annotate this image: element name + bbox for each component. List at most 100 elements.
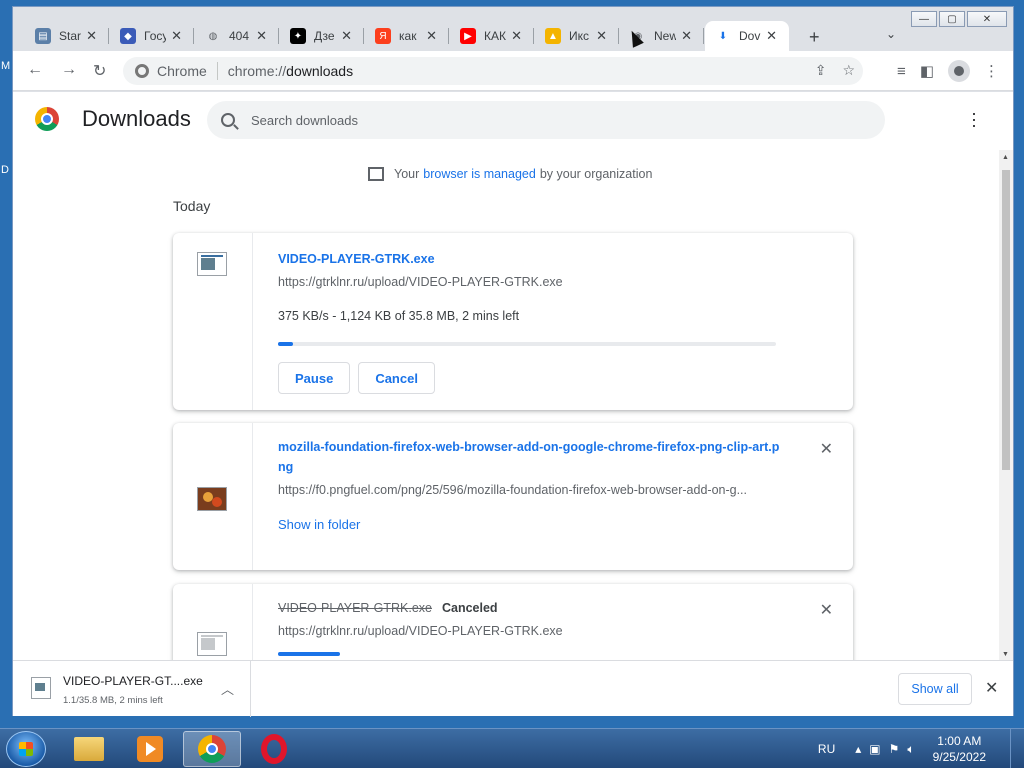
tab-title: Star xyxy=(59,29,81,43)
file-url-link[interactable]: https://f0.pngfuel.com/png/25/596/mozill… xyxy=(278,483,783,497)
remove-close-icon[interactable]: ✕ xyxy=(820,600,833,620)
download-shelf: VIDEO-PLAYER-GT....exe 1.1/35.8 MB, 2 mi… xyxy=(13,660,1013,717)
start-button[interactable] xyxy=(6,731,46,767)
tab-close-icon[interactable]: ✕ xyxy=(256,28,267,44)
image-file-icon xyxy=(197,487,227,511)
download-details: VIDEO-PLAYER-GTRK.exe https://gtrklnr.ru… xyxy=(278,249,783,394)
download-icon-column xyxy=(173,584,253,660)
document-icon: ▤ xyxy=(35,28,51,44)
show-in-folder-link[interactable]: Show in folder xyxy=(278,517,783,532)
tab-4[interactable]: ✦ Дзе ✕ xyxy=(280,21,364,51)
page-header: Downloads ··· xyxy=(13,92,1013,148)
taskbar-explorer[interactable] xyxy=(60,731,118,767)
share-icon[interactable]: ⇪ xyxy=(815,62,827,79)
bookmark-star-icon[interactable]: ☆ xyxy=(842,62,855,79)
tab-2[interactable]: ◆ Госу ✕ xyxy=(110,21,194,51)
vertical-scrollbar[interactable]: ▲ ▼ xyxy=(999,150,1013,660)
show-hidden-icons-icon[interactable]: ▴ xyxy=(855,742,861,757)
tab-close-icon[interactable]: ✕ xyxy=(511,28,522,44)
volume-icon[interactable]: 🔈︎ xyxy=(907,742,914,757)
file-name-link[interactable]: mozilla-foundation-firefox-web-browser-a… xyxy=(278,437,783,477)
exe-file-icon xyxy=(197,632,227,656)
system-tray: RU ▴ ▣ ⚑ 🔈︎ 1:00 AM 9/25/2022 xyxy=(818,729,1024,768)
more-actions-icon[interactable]: · · · xyxy=(971,104,977,134)
scroll-up-arrow-icon[interactable]: ▲ xyxy=(1002,154,1009,161)
download-icon-column xyxy=(173,423,253,570)
remove-close-icon[interactable]: ✕ xyxy=(820,439,833,459)
reload-icon[interactable]: ↻ xyxy=(93,61,106,81)
clock-time: 1:00 AM xyxy=(937,734,982,748)
tab-title: Госу xyxy=(144,29,166,43)
language-indicator[interactable]: RU xyxy=(818,742,835,756)
exe-file-icon xyxy=(31,677,51,699)
tab-title: как xyxy=(399,29,417,43)
managed-prefix: Your xyxy=(394,167,420,181)
file-name: VIDEO-PLAYER-GTRK.exe xyxy=(278,601,432,615)
file-name-link[interactable]: VIDEO-PLAYER-GTRK.exe xyxy=(278,249,783,269)
tab-close-icon[interactable]: ✕ xyxy=(171,28,182,44)
new-tab-button[interactable]: + xyxy=(809,27,820,48)
tab-close-icon[interactable]: ✕ xyxy=(766,28,777,44)
site-info-chip[interactable]: Chrome xyxy=(123,63,207,79)
tab-title: КАК xyxy=(484,29,506,43)
folder-icon xyxy=(74,737,104,761)
tab-6[interactable]: ▶ КАК ✕ xyxy=(450,21,534,51)
download-item: VIDEO-PLAYER-GTRK.exe https://gtrklnr.ru… xyxy=(173,233,853,410)
url-text: chrome://downloads xyxy=(228,63,353,79)
profile-avatar-icon[interactable] xyxy=(948,60,970,82)
chevron-up-icon[interactable]: ︿ xyxy=(221,679,234,698)
scrollbar-thumb[interactable] xyxy=(1002,170,1010,470)
tab-7[interactable]: ▲ Икс ✕ xyxy=(535,21,619,51)
scroll-down-arrow-icon[interactable]: ▼ xyxy=(1002,651,1009,658)
file-url-link[interactable]: https://gtrklnr.ru/upload/VIDEO-PLAYER-G… xyxy=(278,624,783,638)
tab-title: Dov xyxy=(739,29,761,43)
download-item: VIDEO-PLAYER-GTRK.exe Canceled https://gt… xyxy=(173,584,853,660)
back-arrow-icon[interactable]: ← xyxy=(27,61,43,79)
taskbar-opera[interactable] xyxy=(245,731,303,767)
tab-5[interactable]: Якак ✕ xyxy=(365,21,449,51)
side-panel-icon[interactable]: ◧ xyxy=(920,62,934,80)
search-downloads[interactable] xyxy=(207,101,885,139)
shelf-file-name: VIDEO-PLAYER-GT....exe xyxy=(63,674,203,688)
avatar xyxy=(954,66,964,76)
shelf-download-item[interactable]: VIDEO-PLAYER-GT....exe 1.1/35.8 MB, 2 mi… xyxy=(13,661,251,717)
address-bar[interactable]: Chrome chrome://downloads ⇪ ☆ xyxy=(123,57,863,85)
tab-9[interactable]: ⬇ Dov ✕ xyxy=(705,21,789,51)
globe-icon: ◍ xyxy=(208,30,218,42)
desktop-icon-label: M xyxy=(1,60,11,72)
clock[interactable]: 1:00 AM 9/25/2022 xyxy=(933,733,986,765)
tab-close-icon[interactable]: ✕ xyxy=(426,28,437,44)
tab-close-icon[interactable]: ✕ xyxy=(681,28,692,44)
tab-title: New xyxy=(654,29,676,43)
forward-arrow-icon[interactable]: → xyxy=(61,61,77,79)
action-center-flag-icon[interactable]: ⚑ xyxy=(889,742,900,757)
show-all-button[interactable]: Show all xyxy=(898,673,972,705)
tab-1[interactable]: ▤ Star ✕ xyxy=(25,21,109,51)
managed-link[interactable]: browser is managed xyxy=(423,167,536,181)
image-icon: ▲ xyxy=(545,28,561,44)
pause-button[interactable]: Pause xyxy=(278,362,351,394)
cancel-button[interactable]: Cancel xyxy=(358,362,435,394)
tab-close-icon[interactable]: ✕ xyxy=(86,28,97,44)
show-desktop-button[interactable] xyxy=(1010,729,1024,768)
media-control-icon[interactable]: ≡ xyxy=(897,63,906,80)
managed-suffix: by your organization xyxy=(539,167,653,181)
file-url-link[interactable]: https://gtrklnr.ru/upload/VIDEO-PLAYER-G… xyxy=(278,275,783,289)
tab-close-icon[interactable]: ✕ xyxy=(341,28,352,44)
gosuslugi-icon: ◆ xyxy=(120,28,136,44)
taskbar: RU ▴ ▣ ⚑ 🔈︎ 1:00 AM 9/25/2022 xyxy=(0,728,1024,768)
download-icon-column xyxy=(173,233,253,410)
tab-search-chevron-icon[interactable]: ⌄ xyxy=(886,27,896,41)
network-icon[interactable]: ▣ xyxy=(869,742,880,757)
youtube-icon: ▶ xyxy=(460,28,476,44)
menu-kebab-icon[interactable]: ⋮ xyxy=(984,62,999,80)
omnibox-actions: ⇪ ☆ xyxy=(815,62,855,79)
retry-button[interactable] xyxy=(278,652,340,656)
taskbar-media-player[interactable] xyxy=(121,731,179,767)
search-input[interactable] xyxy=(251,112,851,128)
canceled-status: Canceled xyxy=(441,601,498,615)
taskbar-chrome[interactable] xyxy=(183,731,241,767)
tab-3[interactable]: ◍ 404 ✕ xyxy=(195,21,279,51)
close-shelf-icon[interactable]: ✕ xyxy=(985,678,998,698)
tab-close-icon[interactable]: ✕ xyxy=(596,28,607,44)
